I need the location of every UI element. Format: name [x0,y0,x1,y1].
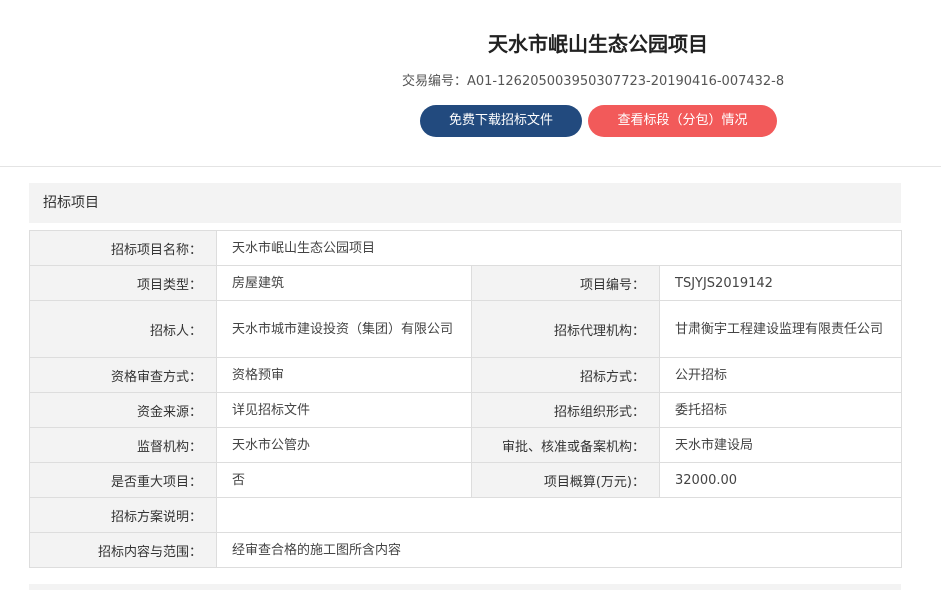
download-tender-file-button[interactable]: 免费下载招标文件 [420,105,582,137]
table-row: 招标方案说明： [29,497,903,533]
approval-value: 天水市建设局 [658,427,903,463]
plan-description-label: 招标方案说明： [29,497,217,533]
organization-form-label: 招标组织形式： [471,392,660,428]
plan-description-value [215,497,903,533]
tender-project-section: 招标项目 招标项目名称： 天水市岷山生态公园项目 项目类型： 房屋建筑 项目编号… [29,183,903,568]
qualification-value: 资格预审 [216,357,472,393]
organization-form-value: 委托招标 [658,392,903,428]
table-row: 招标人： 天水市城市建设投资（集团）有限公司 招标代理机构： 甘肃衡宇工程建设监… [29,300,903,358]
funding-value: 详见招标文件 [216,392,472,428]
scope-value: 经审查合格的施工图所含内容 [215,532,903,568]
table-row: 监督机构： 天水市公管办 审批、核准或备案机构： 天水市建设局 [29,427,903,463]
approval-label: 审批、核准或备案机构： [471,427,660,463]
agency-value: 甘肃衡宇工程建设监理有限责任公司 [658,300,903,358]
budget-value: 32000.00 [658,462,903,498]
qualification-label: 资格审查方式： [29,357,217,393]
project-no-value: TSJYJS2019142 [658,265,903,301]
project-type-value: 房屋建筑 [216,265,472,301]
project-info-table: 招标项目名称： 天水市岷山生态公园项目 项目类型： 房屋建筑 项目编号： TSJ… [29,230,903,568]
project-name-value: 天水市岷山生态公园项目 [215,230,903,266]
table-row: 招标内容与范围： 经审查合格的施工图所含内容 [29,532,903,568]
table-row: 是否重大项目： 否 项目概算(万元)： 32000.00 [29,462,903,498]
major-project-value: 否 [216,462,472,498]
project-no-label: 项目编号： [471,265,660,301]
supervisor-label: 监督机构： [29,427,217,463]
agency-label: 招标代理机构： [471,300,660,358]
table-row: 招标项目名称： 天水市岷山生态公园项目 [29,230,903,266]
project-name-label: 招标项目名称： [29,230,217,266]
tenderer-label: 招标人： [29,300,217,358]
tender-method-label: 招标方式： [471,357,660,393]
view-sections-button[interactable]: 查看标段（分包）情况 [588,105,777,137]
section-title: 招标项目 [29,183,901,223]
table-row: 资格审查方式： 资格预审 招标方式： 公开招标 [29,357,903,393]
page-header: 天水市岷山生态公园项目 交易编号：A01-126205003950307723-… [0,0,941,167]
table-row: 项目类型： 房屋建筑 项目编号： TSJYJS2019142 [29,265,903,301]
tender-method-value: 公开招标 [658,357,903,393]
scope-label: 招标内容与范围： [29,532,217,568]
project-type-label: 项目类型： [29,265,217,301]
tenderer-value: 天水市城市建设投资（集团）有限公司 [216,300,472,358]
transaction-code: 交易编号：A01-126205003950307723-20190416-007… [402,74,785,89]
funding-label: 资金来源： [29,392,217,428]
next-section-edge [29,584,901,590]
table-row: 资金来源： 详见招标文件 招标组织形式： 委托招标 [29,392,903,428]
major-project-label: 是否重大项目： [29,462,217,498]
page-title: 天水市岷山生态公园项目 [488,32,708,56]
budget-label: 项目概算(万元)： [471,462,660,498]
supervisor-value: 天水市公管办 [216,427,472,463]
